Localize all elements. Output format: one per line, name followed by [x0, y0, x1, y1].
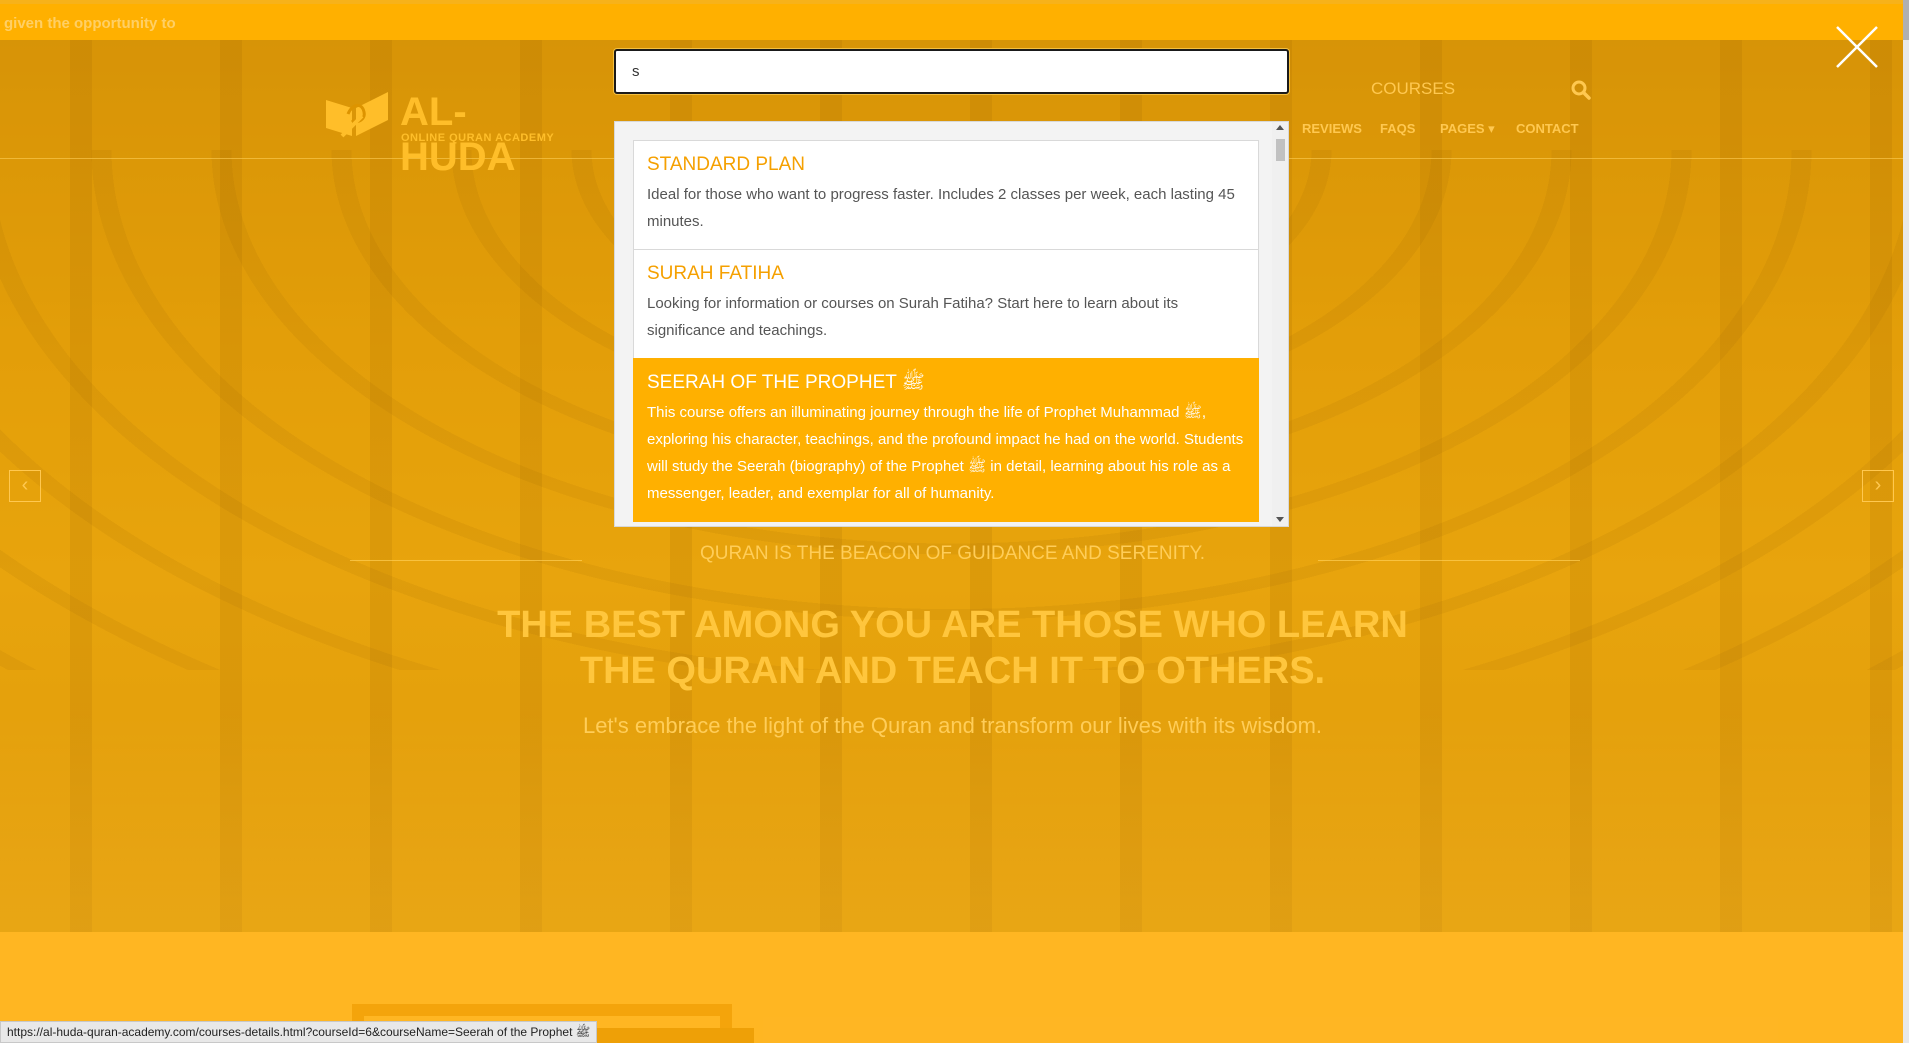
result-description: This course offers an illuminating journ…: [647, 404, 1244, 502]
search-results-dropdown[interactable]: STANDARD PLAN Ideal for those who want t…: [614, 121, 1289, 527]
browser-status-bar: https://al-huda-quran-academy.com/course…: [0, 1021, 598, 1043]
search-box[interactable]: [614, 49, 1289, 94]
scroll-thumb[interactable]: [1276, 139, 1285, 161]
result-description: Ideal for those who want to progress fas…: [647, 186, 1235, 230]
result-title: STANDARD PLAN: [647, 154, 806, 175]
result-title: SEERAH OF THE PROPHET ﷺ: [647, 372, 925, 393]
search-result-surah-fatiha[interactable]: SURAH FATIHA Looking for information or …: [633, 249, 1259, 359]
search-input[interactable]: [616, 51, 1287, 92]
results-scrollbar[interactable]: [1272, 122, 1288, 526]
scroll-up-arrow-icon[interactable]: [1276, 125, 1284, 130]
result-title: SURAH FATIHA: [647, 263, 784, 284]
search-result-standard-plan[interactable]: STANDARD PLAN Ideal for those who want t…: [633, 140, 1259, 250]
search-result-seerah-of-the-prophet[interactable]: SEERAH OF THE PROPHET ﷺ This course offe…: [633, 358, 1259, 522]
close-icon[interactable]: [1834, 24, 1880, 70]
scroll-down-arrow-icon[interactable]: [1276, 517, 1284, 522]
search-results-list: STANDARD PLAN Ideal for those who want t…: [633, 140, 1259, 522]
page-scrollbar[interactable]: [1903, 0, 1909, 1043]
result-description: Looking for information or courses on Su…: [647, 295, 1179, 339]
page-scroll-thumb[interactable]: [1903, 0, 1909, 40]
